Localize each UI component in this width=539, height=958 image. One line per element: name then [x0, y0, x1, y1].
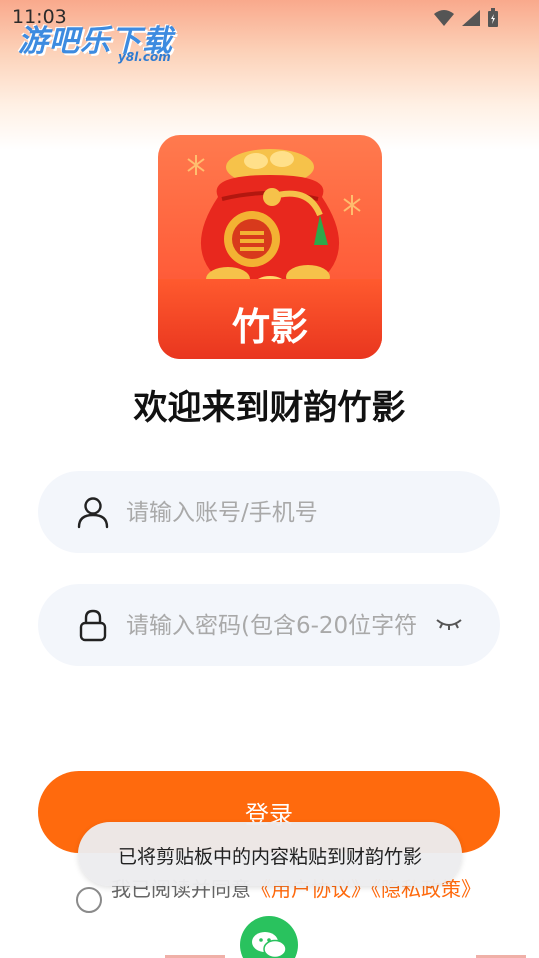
- logo-text: 竹影: [231, 305, 308, 349]
- account-field[interactable]: [38, 471, 500, 553]
- user-icon: [77, 497, 109, 529]
- app-logo: 竹影: [158, 135, 382, 359]
- toast-message: 已将剪贴板中的内容粘贴到财韵竹影: [117, 846, 422, 868]
- wechat-login-button[interactable]: [240, 916, 298, 958]
- signal-icon: [462, 10, 480, 26]
- eye-closed-icon[interactable]: [434, 614, 464, 636]
- status-icons: [433, 8, 499, 28]
- wifi-icon: [434, 10, 454, 26]
- watermark-subtitle: y8l.com: [118, 50, 171, 64]
- password-field[interactable]: [38, 584, 500, 666]
- lock-icon: [79, 609, 107, 642]
- agree-checkbox[interactable]: [76, 887, 102, 913]
- battery-icon: [488, 8, 498, 27]
- clipboard-toast: 已将剪贴板中的内容粘贴到财韵竹影: [78, 822, 462, 886]
- wechat-icon: [252, 932, 287, 958]
- account-input[interactable]: [126, 493, 466, 533]
- password-input[interactable]: [126, 606, 416, 646]
- watermark-logo: 游吧乐下载 y8l.com: [18, 16, 188, 68]
- welcome-title: 欢迎来到财韵竹影: [133, 388, 406, 428]
